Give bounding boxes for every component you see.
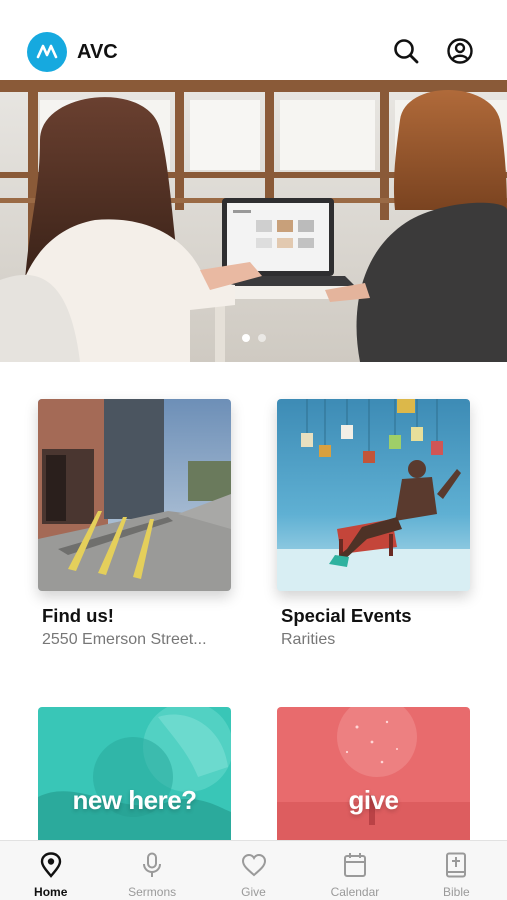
tab-sermons[interactable]: Sermons: [101, 841, 202, 900]
give-promo[interactable]: give: [277, 707, 470, 841]
search-icon[interactable]: [391, 36, 421, 66]
card-title: Find us!: [42, 605, 114, 626]
tab-give[interactable]: Give: [203, 841, 304, 900]
bible-icon: [442, 851, 470, 879]
card-title: Special Events: [281, 605, 412, 626]
card-subtitle: Rarities: [281, 631, 336, 648]
hero-carousel-image[interactable]: [0, 80, 507, 362]
carousel-indicator[interactable]: [0, 334, 507, 346]
app-title: AVC: [77, 41, 118, 63]
give-label: give: [348, 785, 399, 815]
microphone-icon: [138, 851, 166, 879]
account-circle-icon[interactable]: [445, 36, 475, 66]
new-here-label: new here?: [72, 785, 197, 815]
tab-label: Bible: [442, 885, 470, 899]
events-photo: [277, 399, 470, 591]
tab-bible[interactable]: Bible: [406, 841, 507, 900]
bottom-tab-bar: Home Sermons Give Calendar Bible: [0, 840, 507, 900]
location-pin-icon: [37, 851, 65, 879]
tab-label: Give: [241, 885, 266, 899]
heart-icon: [240, 851, 268, 879]
tab-label: Sermons: [128, 885, 177, 899]
app-screen: AVC Find us! 2550 Emerson Street... Spec…: [0, 0, 507, 900]
card-subtitle: 2550 Emerson Street...: [42, 631, 207, 648]
tab-home[interactable]: Home: [0, 841, 101, 900]
carousel-dot-active[interactable]: [241, 334, 250, 342]
avc-logo-icon[interactable]: [27, 32, 67, 72]
location-photo: [38, 399, 231, 591]
tab-calendar[interactable]: Calendar: [304, 841, 405, 900]
new-here-promo[interactable]: new here?: [38, 707, 231, 841]
calendar-icon: [341, 851, 369, 879]
tab-label: Home: [34, 885, 68, 899]
find-us-card[interactable]: Find us! 2550 Emerson Street...: [38, 399, 231, 649]
special-events-card[interactable]: Special Events Rarities: [277, 399, 470, 649]
tab-label: Calendar: [330, 885, 380, 899]
app-header: AVC: [0, 0, 507, 80]
carousel-dot[interactable]: [257, 334, 266, 342]
